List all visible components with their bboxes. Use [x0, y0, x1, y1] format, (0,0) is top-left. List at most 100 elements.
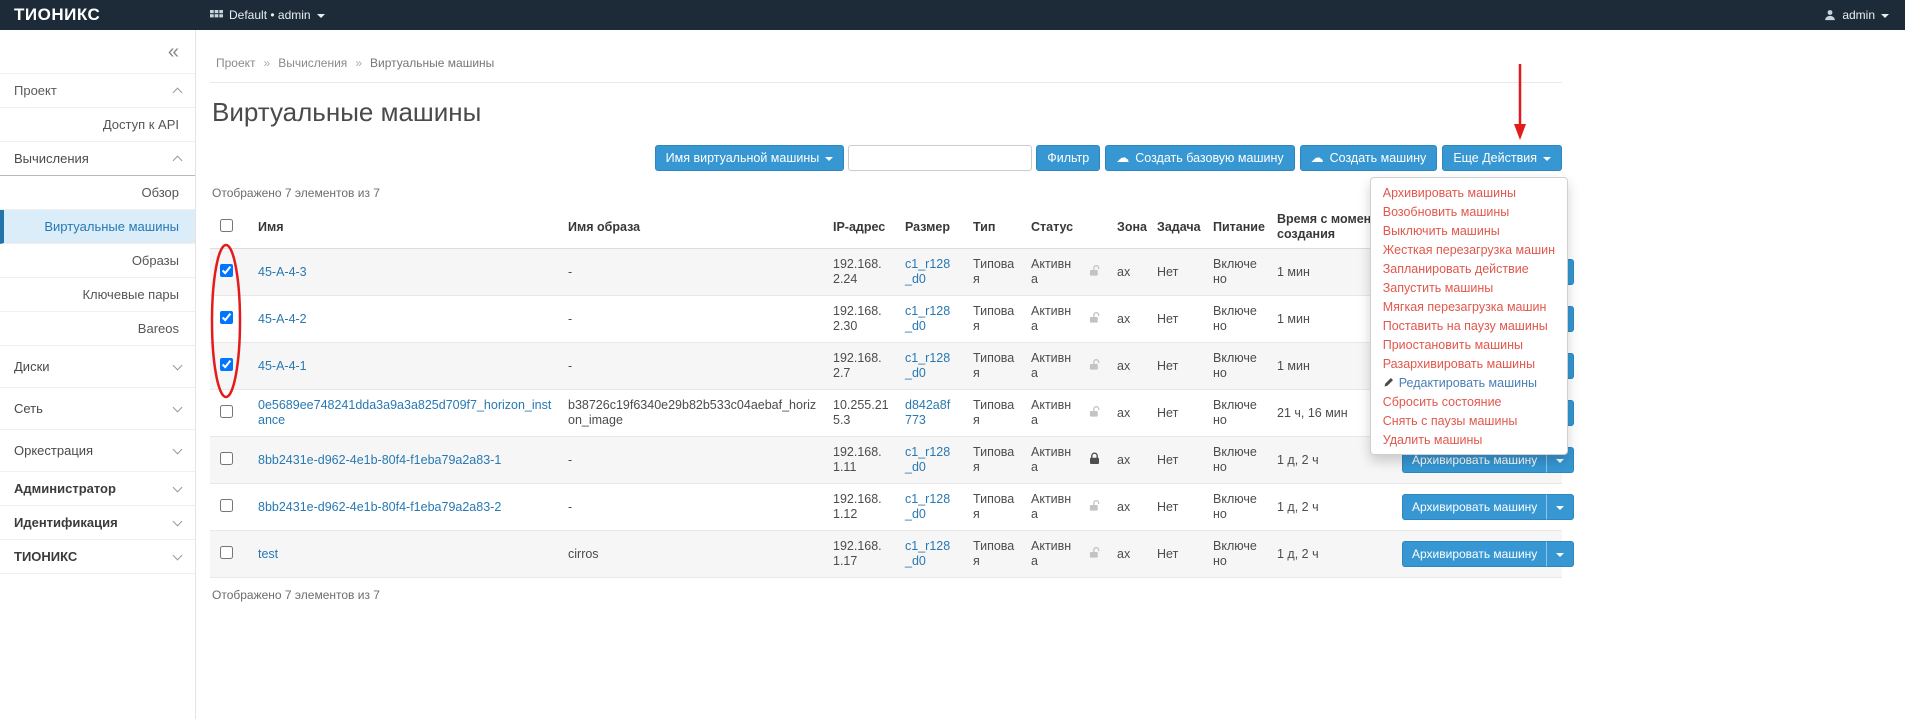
sidebar-collapse-button[interactable]: «: [168, 42, 179, 62]
menu-item-label: Мягкая перезагрузка машин: [1383, 299, 1547, 315]
search-input[interactable]: [848, 145, 1032, 171]
breadcrumb-item[interactable]: Проект: [216, 56, 256, 70]
actions-menu-item[interactable]: Архивировать машины: [1371, 183, 1567, 202]
row-checkbox[interactable]: [220, 358, 233, 371]
breadcrumb: Проект»Вычисления»Виртуальные машины: [210, 30, 1562, 83]
items-count-bottom: Отображено 7 элементов из 7: [212, 588, 1560, 602]
actions-menu-item[interactable]: Возобновить машины: [1371, 202, 1567, 221]
sidebar-item-bareos[interactable]: Bareos: [0, 312, 195, 346]
create-vm-button[interactable]: ☁ Создать машину: [1300, 145, 1438, 171]
actions-menu-item[interactable]: Разархивировать машины: [1371, 354, 1567, 373]
actions-menu-item[interactable]: Приостановить машины: [1371, 335, 1567, 354]
flavor-link[interactable]: c1_r128_d0: [905, 304, 950, 333]
sidebar-item-overview[interactable]: Обзор: [0, 176, 195, 210]
vm-name-link[interactable]: 45-A-4-2: [258, 312, 307, 326]
actions-menu-item[interactable]: Поставить на паузу машины: [1371, 316, 1567, 335]
flavor-link[interactable]: c1_r128_d0: [905, 351, 950, 380]
vm-name-link[interactable]: 45-A-4-3: [258, 265, 307, 279]
menu-item-label: Запланировать действие: [1383, 261, 1529, 277]
vm-status: Активна: [1023, 390, 1081, 437]
menu-item-label: Сбросить состояние: [1383, 394, 1502, 410]
chevron-down-icon: [173, 482, 183, 492]
flavor-link[interactable]: c1_r128_d0: [905, 539, 950, 568]
lock-open-icon: [1089, 264, 1102, 277]
row-checkbox[interactable]: [220, 499, 233, 512]
brand-logo[interactable]: ТИОНИКС: [0, 5, 196, 25]
actions-menu-item[interactable]: Редактировать машины: [1371, 373, 1567, 392]
actions-menu-item[interactable]: Запланировать действие: [1371, 259, 1567, 278]
flavor-link[interactable]: c1_r128_d0: [905, 445, 950, 474]
vm-name-link[interactable]: 45-A-4-1: [258, 359, 307, 373]
flavor-link[interactable]: c1_r128_d0: [905, 257, 950, 286]
column-header[interactable]: Размер: [897, 206, 965, 249]
column-header[interactable]: IP-адрес: [825, 206, 897, 249]
sidebar-item-images[interactable]: Образы: [0, 244, 195, 278]
actions-menu-item[interactable]: Жесткая перезагрузка машин: [1371, 240, 1567, 259]
actions-menu-item[interactable]: Удалить машины: [1371, 430, 1567, 449]
table-row: 0e5689ee748241dda3a9a3a825d709f7_horizon…: [210, 390, 1562, 437]
search-field-select[interactable]: Имя виртуальной машины: [655, 145, 845, 171]
ip-address: 192.168.2.30: [825, 296, 897, 343]
archive-vm-button[interactable]: Архивировать машину: [1402, 541, 1546, 567]
column-header[interactable]: Имя образа: [560, 206, 825, 249]
sidebar-item-label: Сеть: [14, 401, 43, 416]
actions-menu-item[interactable]: Снять с паузы машины: [1371, 411, 1567, 430]
sidebar-item-label: Вычисления: [14, 151, 89, 166]
sidebar-item-network[interactable]: Сеть: [0, 388, 195, 430]
row-actions-toggle[interactable]: [1546, 494, 1574, 520]
row-checkbox[interactable]: [220, 452, 233, 465]
column-header[interactable]: Имя: [250, 206, 560, 249]
more-actions-button[interactable]: Еще Действия: [1442, 145, 1562, 171]
filter-button[interactable]: Фильтр: [1036, 145, 1100, 171]
sidebar-item-identity[interactable]: Идентификация: [0, 506, 195, 540]
menu-item-label: Разархивировать машины: [1383, 356, 1535, 372]
sidebar-item-project[interactable]: Проект: [0, 74, 195, 108]
actions-menu-item[interactable]: Выключить машины: [1371, 221, 1567, 240]
actions-menu-item[interactable]: Мягкая перезагрузка машин: [1371, 297, 1567, 316]
user-menu[interactable]: admin: [1824, 8, 1905, 22]
flavor-link[interactable]: d842a8f773: [905, 398, 950, 427]
flavor-link[interactable]: c1_r128_d0: [905, 492, 950, 521]
column-header[interactable]: Зона: [1109, 206, 1149, 249]
sidebar-item-tionix[interactable]: ТИОНИКС: [0, 540, 195, 574]
breadcrumb-item[interactable]: Вычисления: [278, 56, 347, 70]
vm-name-link[interactable]: 0e5689ee748241dda3a9a3a825d709f7_horizon…: [258, 398, 551, 427]
vm-zone: ax: [1109, 343, 1149, 390]
top-bar: ТИОНИКС Default • admin admin: [0, 0, 1905, 30]
vm-zone: ax: [1109, 437, 1149, 484]
vm-type: Типовая: [965, 249, 1023, 296]
sidebar-item-orchestration[interactable]: Оркестрация: [0, 430, 195, 472]
row-checkbox[interactable]: [220, 264, 233, 277]
row-checkbox[interactable]: [220, 311, 233, 324]
sidebar-item-volumes[interactable]: Диски: [0, 346, 195, 388]
archive-vm-button[interactable]: Архивировать машину: [1402, 494, 1546, 520]
column-header[interactable]: Статус: [1023, 206, 1081, 249]
sidebar-item-key-pairs[interactable]: Ключевые пары: [0, 278, 195, 312]
sidebar-item-api-access[interactable]: Доступ к API: [0, 108, 195, 142]
vm-power: Включено: [1205, 390, 1269, 437]
table-header-row: ИмяИмя образаIP-адресРазмерТипСтатус Зона…: [210, 206, 1562, 249]
vm-name-link[interactable]: 8bb2431e-d962-4e1b-80f4-f1eba79a2a83-1: [258, 453, 501, 467]
column-header[interactable]: Питание: [1205, 206, 1269, 249]
vm-name-link[interactable]: 8bb2431e-d962-4e1b-80f4-f1eba79a2a83-2: [258, 500, 501, 514]
select-all-checkbox[interactable]: [220, 219, 233, 232]
sidebar-item-admin[interactable]: Администратор: [0, 472, 195, 506]
column-header[interactable]: Тип: [965, 206, 1023, 249]
sidebar-item-compute[interactable]: Вычисления: [0, 142, 195, 176]
context-switcher[interactable]: Default • admin: [196, 8, 325, 22]
row-checkbox[interactable]: [220, 546, 233, 559]
actions-menu-item[interactable]: Запустить машины: [1371, 278, 1567, 297]
chevron-up-icon: [173, 87, 183, 97]
pencil-icon: [1383, 377, 1394, 388]
table-row: 45-A-4-3-192.168.2.24c1_r128_d0ТиповаяАк…: [210, 249, 1562, 296]
create-base-vm-button[interactable]: ☁ Создать базовую машину: [1105, 145, 1294, 171]
row-checkbox[interactable]: [220, 405, 233, 418]
sidebar-item-label: Ключевые пары: [82, 287, 179, 302]
vm-name-link[interactable]: test: [258, 547, 278, 561]
toolbar: Имя виртуальной машины Фильтр ☁ Создать …: [210, 144, 1562, 172]
row-actions-toggle[interactable]: [1546, 541, 1574, 567]
column-header[interactable]: Задача: [1149, 206, 1205, 249]
sidebar-item-instances[interactable]: Виртуальные машины: [0, 210, 195, 244]
cloud-icon: ☁: [1311, 152, 1324, 164]
actions-menu-item[interactable]: Сбросить состояние: [1371, 392, 1567, 411]
